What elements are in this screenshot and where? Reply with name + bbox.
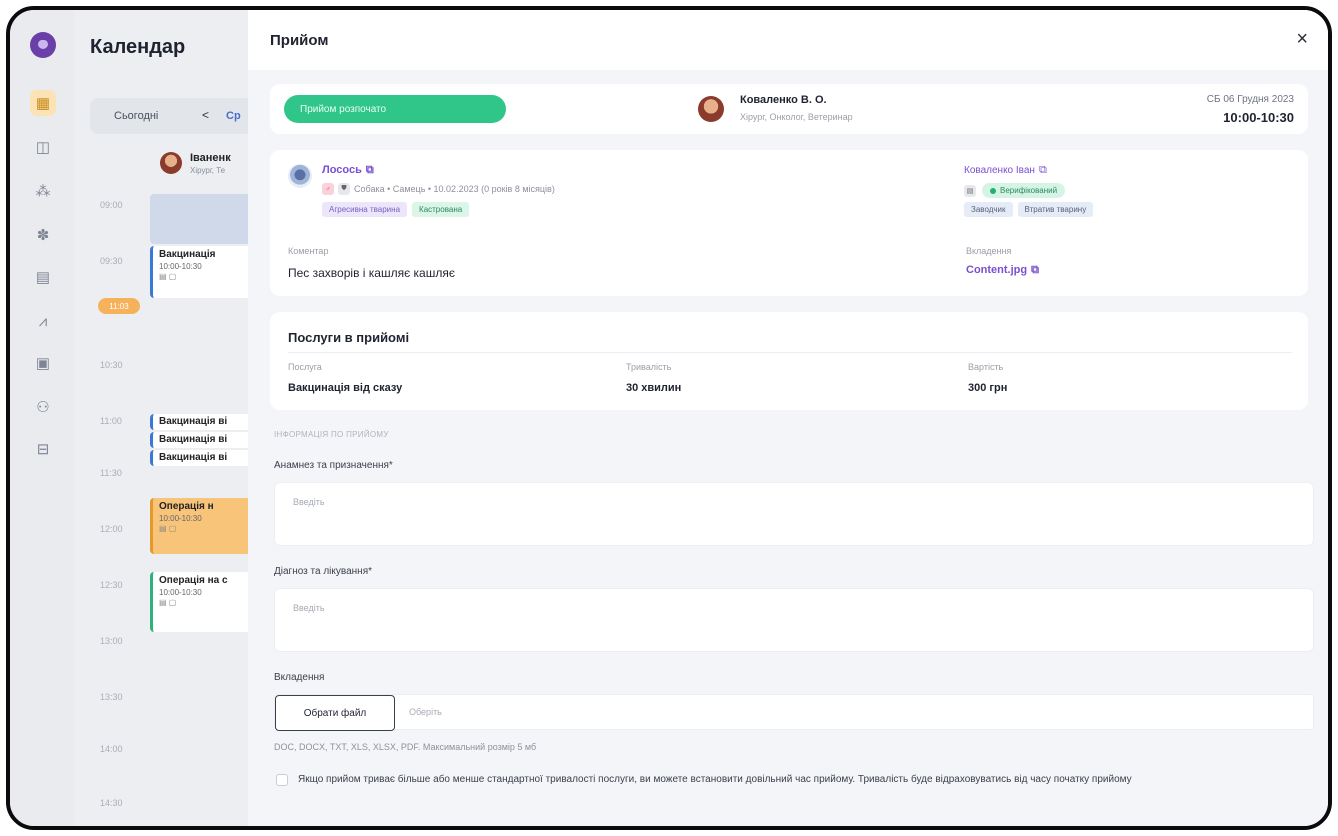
anamnesis-label: Анамнез та призначення*: [274, 460, 393, 471]
calendar-doctor-name: Іваненк: [190, 152, 231, 164]
services-card: Послуги в прийомі Послуга Тривалість Вар…: [270, 312, 1308, 410]
current-time-badge: 11:03: [98, 298, 140, 314]
calendar-icon[interactable]: ▦: [30, 90, 56, 116]
close-icon[interactable]: ×: [1296, 28, 1308, 51]
appointment-panel: Прийом × Прийом розпочато Коваленко В. О…: [248, 10, 1328, 826]
time-label: 12:30: [100, 580, 123, 590]
pet-tag: Кастрована: [412, 202, 470, 217]
app-window: ▦ ◫ ⁂ ✽ ▤ ⩘ ▣ ⚇ ⊟ Календар Сьогодні < Ср…: [6, 6, 1332, 830]
verified-badge: Верифікований: [982, 183, 1066, 198]
doctor-name: Коваленко В. О.: [740, 94, 827, 106]
attachment-link[interactable]: Content.jpg ⧉: [966, 264, 1039, 277]
female-male-icon: ♂: [322, 183, 334, 195]
custom-time-checkbox[interactable]: [276, 774, 288, 786]
prev-day-button[interactable]: <: [202, 108, 209, 122]
owner-tag: Втратив тварину: [1017, 202, 1094, 217]
verified-label: Верифікований: [1000, 186, 1058, 195]
today-button[interactable]: Сьогодні: [114, 110, 158, 122]
archive-icon[interactable]: ▤: [30, 264, 56, 290]
pet-tag: Агресивна тварина: [322, 202, 408, 217]
time-label: 10:30: [100, 360, 123, 370]
owner-status: ▤ Верифікований: [964, 183, 1066, 198]
panel-header: Прийом ×: [248, 10, 1328, 70]
avatar: [160, 152, 182, 174]
day-tab[interactable]: Ср: [226, 110, 241, 122]
time-label: 14:30: [100, 798, 123, 808]
nav-rail: ▦ ◫ ⁂ ✽ ▤ ⩘ ▣ ⚇ ⊟: [10, 10, 74, 826]
avatar: [698, 96, 724, 122]
schedule-icon[interactable]: ◫: [30, 134, 56, 160]
briefcase-icon[interactable]: ⊟: [30, 436, 56, 462]
shield-icon: ⛊: [338, 183, 350, 195]
service-duration: 30 хвилин: [626, 382, 682, 394]
section-caption: ІНФОРМАЦІЯ ПО ПРИЙОМУ: [274, 430, 389, 439]
pet-details: Собака • Самець • 10.02.2023 (0 років 8 …: [354, 184, 555, 194]
diagnosis-input[interactable]: Введіть: [274, 588, 1314, 652]
custom-time-label: Якщо прийом триває більше або менше стан…: [298, 774, 1132, 785]
card-icon: ▤: [964, 184, 976, 197]
divider: [288, 352, 1292, 353]
attachment-label: Вкладення: [966, 246, 1012, 256]
owner-tag: Заводчик: [964, 202, 1013, 217]
pet-link[interactable]: Лосось ⧉: [322, 164, 374, 177]
duration-column-header: Тривалість: [626, 362, 672, 372]
appointment-summary-card: Прийом розпочато Коваленко В. О. Хірург,…: [270, 84, 1308, 134]
external-link-icon: ⧉: [1038, 164, 1047, 176]
time-label: 11:00: [100, 416, 122, 426]
pet-meta: ♂ ⛊ Собака • Самець • 10.02.2023 (0 рокі…: [322, 183, 555, 195]
comment-label: Коментар: [288, 246, 329, 256]
choose-file-button[interactable]: Обрати файл: [275, 695, 395, 731]
price-column-header: Вартість: [968, 362, 1004, 372]
time-label: 09:00: [100, 200, 123, 210]
status-badge[interactable]: Прийом розпочато: [284, 95, 506, 123]
time-label: 09:30: [100, 256, 123, 266]
time-label: 14:00: [100, 744, 123, 754]
appointment-time: 10:00-10:30: [1223, 110, 1294, 125]
time-label: 13:00: [100, 636, 123, 646]
app-logo-icon: [30, 32, 56, 58]
team-icon[interactable]: ⁂: [30, 178, 56, 204]
file-placeholder: Оберіть: [409, 707, 442, 717]
services-title: Послуги в прийомі: [288, 330, 410, 345]
service-column-header: Послуга: [288, 362, 322, 372]
pet-name: Лосось: [322, 164, 362, 176]
calendar-title: Календар: [90, 36, 186, 58]
pet-tags: Агресивна тварина Кастрована: [322, 202, 470, 217]
patient-card: Лосось ⧉ ♂ ⛊ Собака • Самець • 10.02.2023…: [270, 150, 1308, 296]
time-label: 12:00: [100, 524, 123, 534]
owner-link[interactable]: Коваленко Іван ⧉: [964, 164, 1047, 177]
analytics-icon[interactable]: ⩘: [30, 308, 56, 334]
external-link-icon: ⧉: [365, 164, 374, 176]
attachment-file: Content.jpg: [966, 264, 1028, 276]
file-input[interactable]: Обрати файл Оберіть: [274, 694, 1314, 731]
paw-icon[interactable]: ✽: [30, 222, 56, 248]
service-price: 300 грн: [968, 382, 1008, 394]
owner-tags: Заводчик Втратив тварину: [964, 202, 1094, 217]
external-link-icon: ⧉: [1031, 264, 1039, 276]
file-hint: DOC, DOCX, TXT, XLS, XLSX, PDF. Максимал…: [274, 742, 537, 752]
attachments-label: Вкладення: [274, 672, 325, 683]
time-label: 11:30: [100, 468, 122, 478]
doctor-roles: Хірург, Онколог, Ветеринар: [740, 112, 853, 122]
time-label: 13:30: [100, 692, 123, 702]
diagnosis-label: Діагноз та лікування*: [274, 566, 373, 577]
users-icon[interactable]: ⚇: [30, 394, 56, 420]
cash-icon[interactable]: ▣: [30, 350, 56, 376]
pet-avatar: [288, 164, 312, 188]
calendar-doctor-role: Хірург, Те: [190, 166, 226, 175]
appointment-date: СБ 06 Грудня 2023: [1206, 94, 1294, 105]
comment-text: Пес захворів і кашляє кашляє: [288, 266, 455, 280]
anamnesis-input[interactable]: Введіть: [274, 482, 1314, 546]
service-name: Вакцинація від сказу: [288, 382, 403, 394]
panel-title: Прийом: [270, 32, 329, 49]
owner-name: Коваленко Іван: [964, 165, 1035, 176]
